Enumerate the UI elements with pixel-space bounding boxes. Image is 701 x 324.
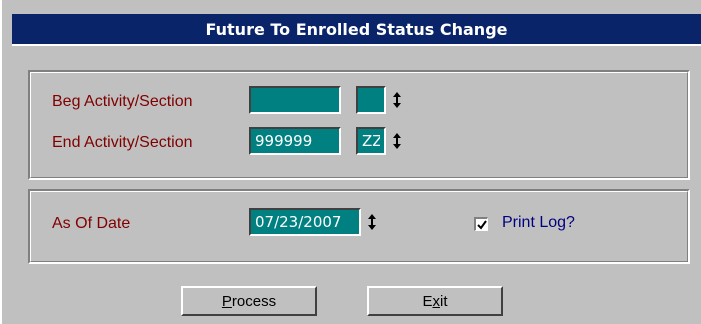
exit-label-end: it — [440, 292, 448, 310]
print-log-label[interactable]: Print Log? — [502, 214, 575, 232]
end-section-input[interactable] — [356, 127, 386, 155]
window-title: Future To Enrolled Status Change — [205, 19, 508, 39]
activity-range-group: Beg Activity/Section End Activity/Sectio… — [28, 70, 690, 180]
exit-mnemonic: x — [432, 292, 441, 310]
dialog-window: Future To Enrolled Status Change Beg Act… — [0, 0, 701, 324]
beg-activity-label: Beg Activity/Section — [52, 93, 193, 110]
exit-label-start: E — [422, 292, 433, 310]
process-label: rocess — [231, 292, 277, 310]
process-button[interactable]: Process — [181, 286, 317, 316]
exit-button[interactable]: Ex it — [367, 286, 503, 316]
as-of-date-spinner-icon[interactable] — [367, 211, 377, 233]
title-bar: Future To Enrolled Status Change — [12, 14, 701, 46]
beg-section-input[interactable] — [356, 86, 386, 114]
end-activity-label: End Activity/Section — [52, 134, 193, 151]
end-section-spinner-icon[interactable] — [392, 130, 402, 152]
as-of-date-label: As Of Date — [52, 215, 131, 232]
print-log-checkbox[interactable] — [474, 217, 488, 231]
checkmark-icon — [476, 219, 487, 230]
options-group: As Of Date Print Log? — [28, 189, 690, 264]
beg-section-spinner-icon[interactable] — [392, 89, 402, 111]
beg-activity-input[interactable] — [249, 86, 341, 114]
process-mnemonic: P — [221, 292, 232, 310]
as-of-date-input[interactable] — [249, 208, 361, 236]
end-activity-input[interactable] — [249, 127, 341, 155]
